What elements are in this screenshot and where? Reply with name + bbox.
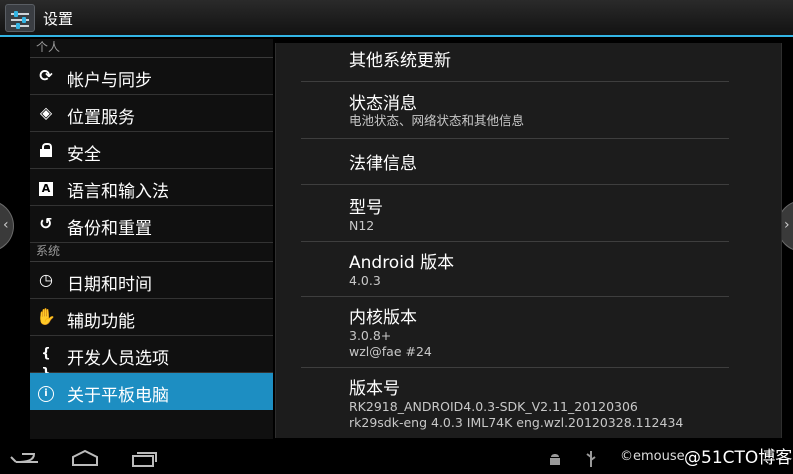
hand-icon: ✋ [36, 307, 56, 326]
settings-item-accounts-sync[interactable]: ⟳ 帐户与同步 [30, 58, 273, 95]
settings-item-accessibility[interactable]: ✋ 辅助功能 [30, 299, 273, 336]
pref-title: 其他系统更新 [349, 51, 451, 71]
pref-summary: 3.0.8+ [349, 328, 392, 343]
settings-item-label: 帐户与同步 [67, 71, 152, 91]
settings-item-label: 安全 [67, 145, 101, 165]
pref-title: 版本号 [349, 379, 400, 399]
about-tablet-detail: 其他系统更新 状态消息 电池状态、网络状态和其他信息 法律信息 型号 N12 A… [275, 43, 782, 438]
settings-item-developer-options[interactable]: { } 开发人员选项 [30, 336, 273, 381]
usb-icon [586, 451, 596, 467]
pref-title: 内核版本 [349, 308, 417, 328]
language-icon: A [35, 177, 57, 197]
settings-item-label: 语言和输入法 [67, 182, 169, 202]
pref-kernel-version: 内核版本 3.0.8+ wzl@fae #24 [301, 296, 729, 368]
lock-icon [35, 140, 57, 160]
settings-item-label: 关于平板电脑 [67, 386, 169, 406]
pref-title: 法律信息 [349, 154, 417, 174]
pref-summary: RK2918_ANDROID4.0.3-SDK_V2.11_20120306 [349, 399, 638, 414]
settings-item-label: 开发人员选项 [67, 349, 169, 369]
settings-item-language-input[interactable]: A 语言和输入法 [30, 169, 273, 206]
watermark-author: ©emouse [620, 449, 685, 464]
settings-item-label: 日期和时间 [67, 275, 152, 295]
settings-item-location[interactable]: ◈ 位置服务 [30, 95, 273, 132]
location-icon: ◈ [39, 103, 53, 122]
pref-summary: wzl@fae #24 [349, 344, 432, 359]
settings-item-label: 位置服务 [67, 108, 135, 128]
pref-title: 型号 [349, 198, 383, 218]
watermark-site: @51CTO博客 [684, 448, 793, 468]
pref-model: 型号 N12 [301, 184, 729, 242]
pref-summary: rk29sdk-eng 4.0.3 IML74K eng.wzl.2012032… [349, 415, 684, 430]
pref-legal[interactable]: 法律信息 [301, 138, 729, 185]
settings-sliders-icon[interactable] [5, 4, 35, 32]
braces-icon: { } [41, 346, 51, 381]
settings-item-security[interactable]: 安全 [30, 132, 273, 169]
pref-summary: N12 [349, 218, 375, 233]
pref-summary: 4.0.3 [349, 273, 381, 288]
info-icon: i [35, 381, 57, 402]
clock-icon: ◷ [39, 270, 53, 289]
settings-header-list: 个人 ⟳ 帐户与同步 ◈ 位置服务 安全 A 语言和输入法 ↺ 备份和重置 系统… [30, 39, 273, 439]
sync-icon: ⟳ [39, 66, 53, 85]
settings-item-about-tablet[interactable]: i 关于平板电脑 [30, 373, 273, 410]
settings-item-label: 辅助功能 [67, 312, 135, 332]
settings-item-backup-reset[interactable]: ↺ 备份和重置 [30, 206, 273, 243]
back-icon[interactable] [8, 450, 40, 466]
pref-status[interactable]: 状态消息 电池状态、网络状态和其他信息 [301, 81, 729, 139]
pref-build-number[interactable]: 版本号 RK2918_ANDROID4.0.3-SDK_V2.11_201203… [301, 367, 729, 438]
android-debug-icon [550, 454, 560, 465]
page-title: 设置 [43, 10, 74, 28]
pref-system-updates[interactable]: 其他系统更新 [301, 43, 729, 82]
home-icon[interactable] [70, 449, 100, 467]
recent-apps-icon[interactable] [131, 450, 159, 468]
pref-title: Android 版本 [349, 253, 455, 273]
pref-android-version[interactable]: Android 版本 4.0.3 [301, 241, 729, 297]
previous-page-arrow-icon[interactable]: ‹ [0, 200, 14, 252]
section-header-system: 系统 [30, 243, 273, 262]
pref-title: 状态消息 [349, 94, 417, 114]
action-bar: 设置 [0, 0, 793, 37]
section-header-personal: 个人 [30, 39, 273, 58]
settings-item-label: 备份和重置 [67, 219, 152, 239]
pref-summary: 电池状态、网络状态和其他信息 [349, 113, 525, 128]
backup-icon: ↺ [39, 214, 53, 233]
settings-item-date-time[interactable]: ◷ 日期和时间 [30, 262, 273, 299]
